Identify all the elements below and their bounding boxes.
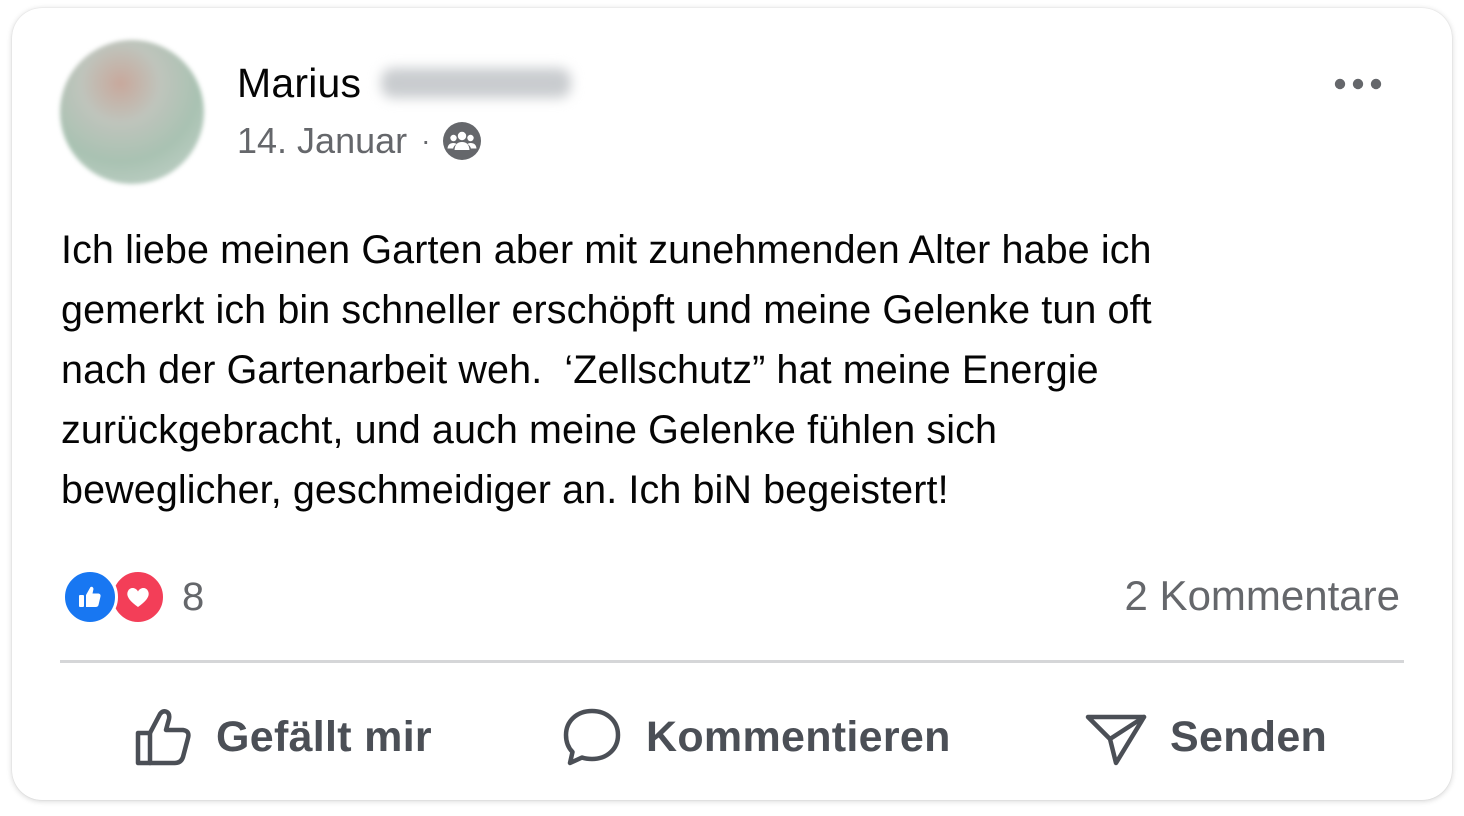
- post-card: Marius 14. Januar · Ich liebe meinen Gar…: [12, 8, 1452, 800]
- meta-separator: ·: [421, 125, 431, 156]
- reaction-count: 8: [182, 574, 205, 619]
- more-options-button[interactable]: [1330, 66, 1386, 102]
- thumbs-up-icon: [135, 709, 191, 766]
- actions-divider: [60, 660, 1404, 663]
- more-dots-icon: [1334, 78, 1382, 90]
- author-avatar[interactable]: [60, 40, 204, 184]
- like-reaction-icon: [62, 569, 118, 625]
- author-name[interactable]: Marius: [237, 60, 361, 107]
- comment-bubble-icon: [563, 708, 621, 766]
- send-button-label: Senden: [1170, 712, 1328, 761]
- comments-count-link[interactable]: 2 Kommentare: [1125, 572, 1400, 620]
- post-date[interactable]: 14. Januar: [237, 120, 407, 162]
- post-text: Ich liebe meinen Garten aber mit zunehme…: [61, 228, 1152, 512]
- send-icon: [1085, 714, 1147, 766]
- group-audience-icon: [442, 121, 482, 161]
- comment-button-label: Kommentieren: [646, 712, 951, 761]
- like-button-label: Gefällt mir: [216, 712, 432, 761]
- author-row: Marius: [237, 58, 572, 108]
- author-surname-redacted: [381, 68, 572, 98]
- send-button[interactable]: Senden: [1084, 705, 1327, 769]
- action-bar: Gefällt mir Kommentieren Senden: [60, 700, 1404, 774]
- post-meta: 14. Januar ·: [237, 118, 482, 164]
- love-reaction-icon: [110, 569, 166, 625]
- reactions-summary[interactable]: 8: [62, 568, 204, 626]
- comment-button[interactable]: Kommentieren: [560, 705, 951, 769]
- like-button[interactable]: Gefällt mir: [130, 705, 432, 769]
